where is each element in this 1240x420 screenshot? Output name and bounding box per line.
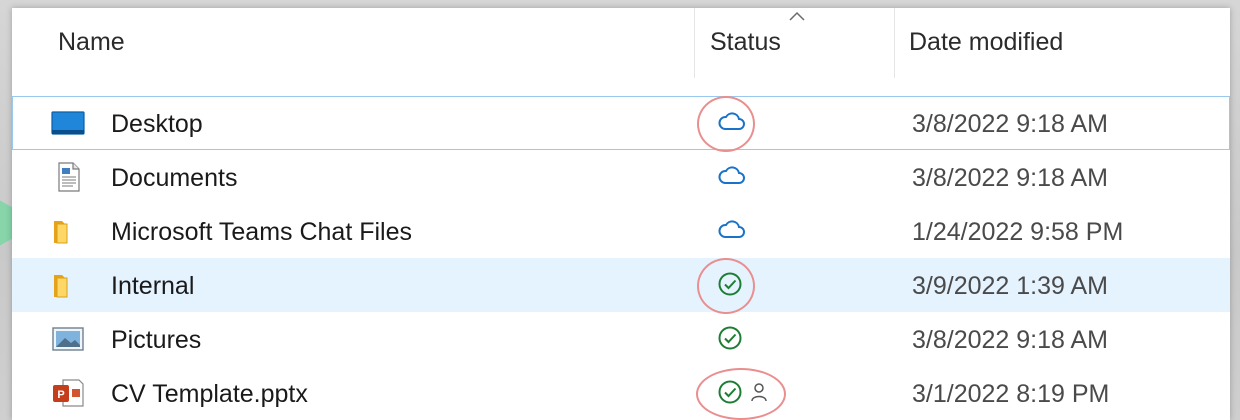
- file-name[interactable]: Documents: [111, 164, 237, 193]
- file-name[interactable]: Internal: [111, 272, 194, 301]
- date-modified: 3/9/2022 1:39 AM: [912, 272, 1108, 300]
- date-modified: 1/24/2022 9:58 PM: [912, 218, 1124, 246]
- date-modified: 3/8/2022 9:18 AM: [912, 326, 1108, 354]
- file-row[interactable]: Documents 3/8/2022 9:18 AM: [12, 150, 1230, 204]
- date-modified: 3/8/2022 9:18 AM: [912, 110, 1108, 138]
- powerpoint-file-icon: P: [51, 378, 85, 408]
- date-modified: 3/8/2022 9:18 AM: [912, 164, 1108, 192]
- folder-icon: [51, 270, 85, 300]
- sync-status: [717, 325, 743, 353]
- highlight-ring: [696, 368, 786, 420]
- document-icon: [51, 162, 85, 192]
- folder-icon: [51, 216, 85, 246]
- column-header-date-modified[interactable]: Date modified: [909, 28, 1063, 57]
- highlight-ring: [697, 258, 755, 314]
- file-row[interactable]: Internal 3/9/2022 1:39 AM: [12, 258, 1230, 314]
- cloud-icon: [717, 163, 747, 184]
- column-header-status[interactable]: Status: [710, 28, 781, 57]
- sort-ascending-icon: [789, 11, 805, 21]
- file-name[interactable]: Pictures: [111, 326, 201, 355]
- date-modified: 3/1/2022 8:19 PM: [912, 380, 1110, 408]
- column-divider[interactable]: [894, 8, 895, 78]
- cloud-icon: [717, 217, 747, 238]
- file-name[interactable]: Desktop: [111, 110, 203, 139]
- check-circle-icon: [717, 325, 743, 350]
- sync-status: [717, 217, 747, 245]
- pictures-icon: [51, 324, 85, 354]
- file-name[interactable]: CV Template.pptx: [111, 380, 308, 409]
- file-list: Desktop 3/8/2022 9:18 AM Documents 3/8/2022…: [12, 96, 1230, 420]
- file-name[interactable]: Microsoft Teams Chat Files: [111, 218, 412, 247]
- sync-status: [717, 163, 747, 191]
- column-divider[interactable]: [694, 8, 695, 78]
- desktop-icon: [51, 108, 85, 138]
- file-row[interactable]: Desktop 3/8/2022 9:18 AM: [12, 96, 1230, 152]
- column-header-bar: Name Status Date modified: [12, 8, 1230, 82]
- highlight-ring: [697, 96, 755, 152]
- svg-text:P: P: [57, 389, 64, 401]
- column-header-name[interactable]: Name: [58, 28, 125, 57]
- file-row[interactable]: Pictures 3/8/2022 9:18 AM: [12, 312, 1230, 366]
- file-row[interactable]: P CV Template.pptx 3/1/2022 8:19 PM: [12, 366, 1230, 420]
- file-row[interactable]: Microsoft Teams Chat Files 1/24/2022 9:58…: [12, 204, 1230, 258]
- file-explorer-list-view: Name Status Date modified Desktop 3/8/202…: [12, 8, 1230, 420]
